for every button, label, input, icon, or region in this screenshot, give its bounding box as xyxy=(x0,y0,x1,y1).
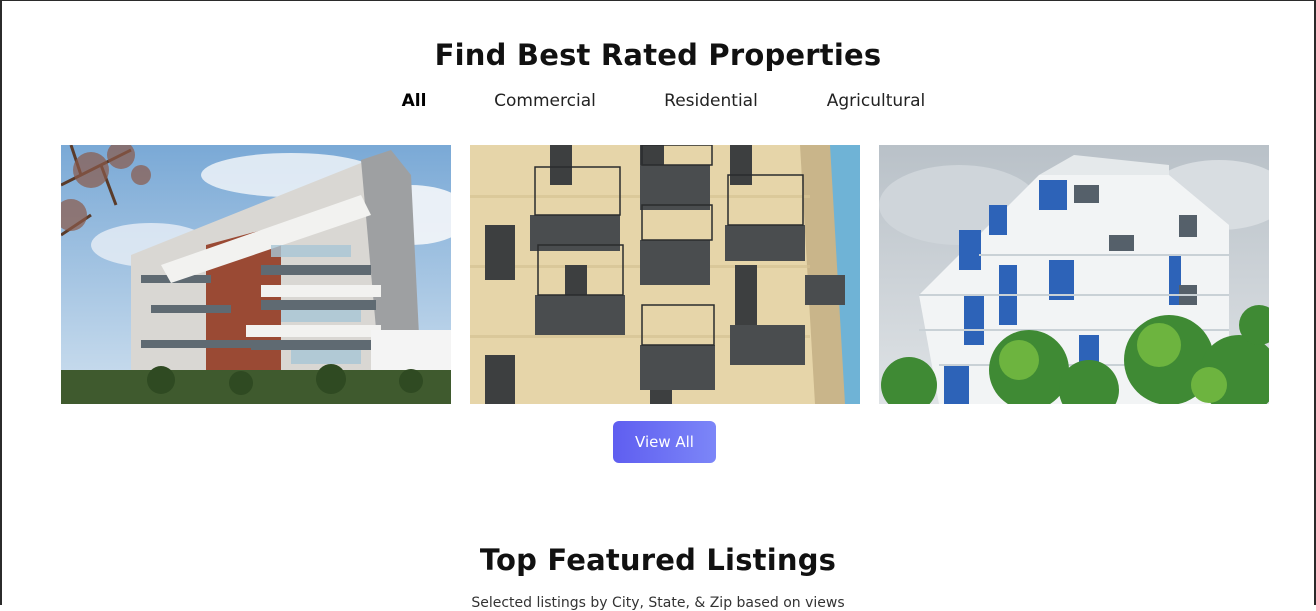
section-title-properties: Find Best Rated Properties xyxy=(434,38,882,72)
section-title-featured: Top Featured Listings xyxy=(479,543,837,577)
view-all-button[interactable]: View All xyxy=(613,421,716,463)
filter-tab-commercial[interactable]: Commercial xyxy=(494,91,596,111)
property-image-2 xyxy=(470,145,860,404)
property-card-2[interactable] xyxy=(470,145,860,404)
property-image-3 xyxy=(879,145,1269,404)
property-card-1[interactable] xyxy=(61,145,451,404)
featured-subtitle: Selected listings by City, State, & Zip … xyxy=(471,595,845,611)
property-filter-tabs: All Commercial Residential Agricultural xyxy=(0,91,1316,115)
window-top-border xyxy=(0,0,1316,1)
property-image-1 xyxy=(61,145,451,404)
filter-tab-agricultural[interactable]: Agricultural xyxy=(827,91,926,111)
filter-tab-all[interactable]: All xyxy=(402,91,427,111)
filter-tab-residential[interactable]: Residential xyxy=(664,91,758,111)
property-card-3[interactable] xyxy=(879,145,1269,404)
